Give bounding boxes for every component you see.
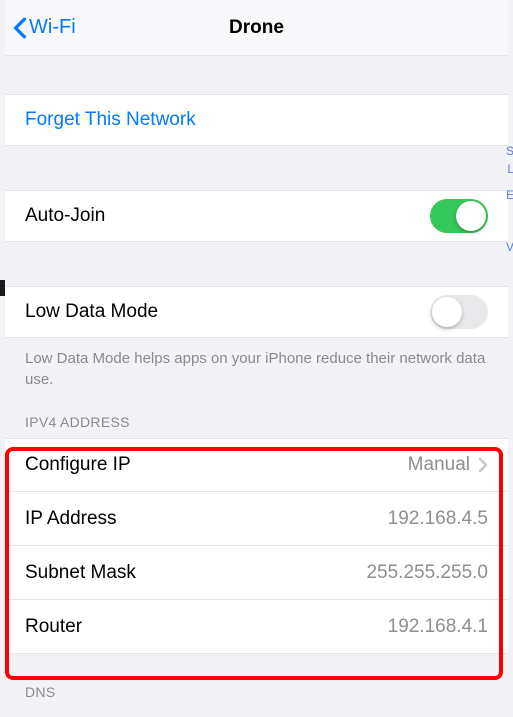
router-row: Router 192.168.4.1: [5, 600, 508, 654]
forget-network-button[interactable]: Forget This Network: [5, 94, 508, 146]
router-label: Router: [25, 616, 82, 638]
auto-join-row: Auto-Join: [5, 190, 508, 242]
chevron-right-icon: [478, 457, 488, 473]
background-edge: [0, 280, 5, 296]
toggle-knob: [456, 201, 486, 231]
edge-letter: L: [507, 162, 513, 176]
ip-address-label: IP Address: [25, 508, 117, 530]
back-label: Wi-Fi: [29, 16, 76, 39]
forget-network-label: Forget This Network: [25, 109, 196, 131]
low-data-mode-label: Low Data Mode: [25, 301, 158, 323]
configure-ip-label: Configure IP: [25, 454, 131, 476]
router-value: 192.168.4.1: [388, 616, 488, 638]
chevron-left-icon: [13, 17, 27, 39]
ip-address-row: IP Address 192.168.4.5: [5, 492, 508, 546]
subnet-mask-label: Subnet Mask: [25, 562, 136, 584]
low-data-mode-footer: Low Data Mode helps apps on your iPhone …: [5, 338, 508, 390]
subnet-mask-row: Subnet Mask 255.255.255.0: [5, 546, 508, 600]
navbar: Wi-Fi Drone: [5, 0, 508, 56]
low-data-mode-row: Low Data Mode: [5, 286, 508, 338]
low-data-mode-toggle[interactable]: [430, 295, 488, 329]
toggle-knob: [432, 297, 462, 327]
auto-join-toggle[interactable]: [430, 199, 488, 233]
configure-ip-value: Manual: [408, 454, 470, 476]
ipv4-group: Configure IP Manual IP Address 192.168.4…: [5, 438, 508, 654]
ip-address-value: 192.168.4.5: [388, 508, 488, 530]
subnet-mask-value: 255.255.255.0: [366, 562, 488, 584]
configure-ip-detail: Manual: [408, 454, 488, 476]
configure-ip-row[interactable]: Configure IP Manual: [5, 438, 508, 492]
auto-join-label: Auto-Join: [25, 205, 105, 227]
back-button[interactable]: Wi-Fi: [13, 16, 76, 39]
ipv4-header: IPV4 ADDRESS: [5, 414, 508, 438]
page-title: Drone: [229, 17, 284, 39]
dns-header: DNS: [5, 684, 508, 700]
